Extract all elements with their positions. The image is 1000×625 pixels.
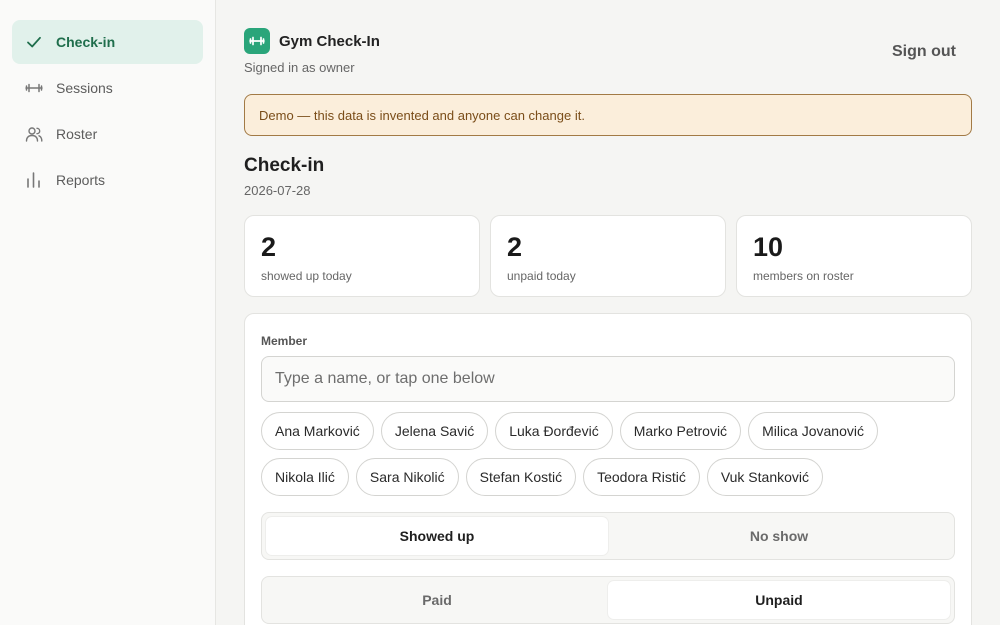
stat-label: unpaid today <box>507 269 576 283</box>
no-show-option[interactable]: No show <box>608 517 950 555</box>
sidebar-item-label: Roster <box>56 126 98 142</box>
member-label: Member <box>261 334 308 348</box>
main-content: Gym Check-In Signed in as owner Sign out… <box>216 0 1000 625</box>
member-chip[interactable]: Ana Marković <box>261 412 374 450</box>
member-chip[interactable]: Nikola Ilić <box>261 458 349 496</box>
stat-value: 10 <box>753 232 784 262</box>
check-in-form: Member Ana Marković Jelena Savić Luka Đo… <box>244 313 972 625</box>
stat-card-roster: 10 members on roster <box>736 215 972 297</box>
member-chip[interactable]: Teodora Ristić <box>583 458 700 496</box>
app-brand: Gym Check-In <box>244 28 380 54</box>
stat-value: 2 <box>507 232 523 262</box>
payment-toggle: Paid Unpaid <box>261 576 955 624</box>
page-date: 2026-07-28 <box>244 183 311 198</box>
sidebar-item-roster[interactable]: Roster <box>12 112 203 156</box>
sidebar-item-reports[interactable]: Reports <box>12 158 203 202</box>
member-chip[interactable]: Marko Petrović <box>619 412 742 450</box>
member-chip[interactable]: Luka Đorđević <box>495 412 613 450</box>
member-chips: Ana Marković Jelena Savić Luka Đorđević … <box>261 412 961 496</box>
sign-out-button[interactable]: Sign out <box>878 36 970 68</box>
unpaid-option[interactable]: Unpaid <box>608 581 950 619</box>
stat-value: 2 <box>261 232 277 262</box>
dumbbell-icon <box>24 78 44 98</box>
stat-card-showed-up: 2 showed up today <box>244 215 480 297</box>
sidebar-item-check-in[interactable]: Check-in <box>12 20 203 64</box>
bar-chart-icon <box>24 170 44 190</box>
member-chip[interactable]: Vuk Stanković <box>706 458 824 496</box>
check-icon <box>24 32 44 52</box>
showed-up-option[interactable]: Showed up <box>266 517 608 555</box>
users-icon <box>24 124 44 144</box>
paid-option[interactable]: Paid <box>266 581 608 619</box>
member-chip[interactable]: Jelena Savić <box>380 412 489 450</box>
stat-label: members on roster <box>753 269 854 283</box>
sidebar: Check-in Sessions Roster Reports <box>0 0 216 625</box>
demo-banner: Demo — this data is invented and anyone … <box>244 94 972 136</box>
stat-label: showed up today <box>261 269 352 283</box>
sidebar-item-label: Sessions <box>56 80 113 96</box>
app-title: Gym Check-In <box>279 32 380 50</box>
signed-in-status: Signed in as owner <box>244 60 355 75</box>
sidebar-item-sessions[interactable]: Sessions <box>12 66 203 110</box>
member-chip[interactable]: Stefan Kostić <box>465 458 577 496</box>
dumbbell-icon <box>244 28 270 54</box>
member-search-input[interactable] <box>261 356 955 402</box>
sidebar-item-label: Reports <box>56 172 106 188</box>
sidebar-item-label: Check-in <box>56 34 116 50</box>
member-chip[interactable]: Milica Jovanović <box>748 412 878 450</box>
member-chip[interactable]: Sara Nikolić <box>355 458 459 496</box>
stat-card-unpaid: 2 unpaid today <box>490 215 726 297</box>
attendance-toggle: Showed up No show <box>261 512 955 560</box>
page-title: Check-in <box>244 155 325 176</box>
